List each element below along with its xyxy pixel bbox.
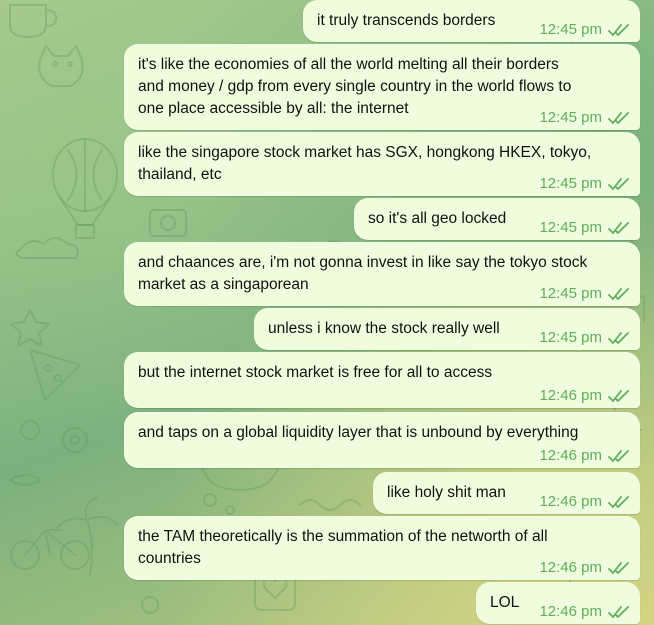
message-text: like the singapore stock market has SGX,… [138,142,591,186]
double-check-read-icon [608,112,629,124]
chat-area[interactable]: it truly transcends borders 12:45 pm it'… [0,0,654,625]
message-bubble[interactable]: and taps on a global liquidity layer tha… [124,412,640,468]
double-check-read-icon [608,24,629,36]
message-time: 12:45 pm [539,219,602,236]
message-bubble[interactable]: it's like the economies of all the world… [124,44,640,130]
message-meta: 12:46 pm [539,603,630,621]
message-line: countries [138,550,201,567]
double-check-read-icon [608,390,629,402]
message-meta: 12:46 pm [539,559,630,577]
message-meta: 12:45 pm [539,175,630,193]
message-meta: 12:45 pm [539,219,630,237]
message-time: 12:45 pm [539,21,602,38]
message-line: unless i know the stock really well [268,320,500,337]
message-time: 12:46 pm [539,559,602,576]
message-line: LOL [490,594,520,611]
double-check-read-icon [608,288,629,300]
message-bubble[interactable]: the TAM theoretically is the summation o… [124,516,640,580]
message-line: thailand, etc [138,166,222,183]
double-check-read-icon [608,450,629,462]
message-bubble[interactable]: unless i know the stock really well 12:4… [254,308,640,350]
message-text: unless i know the stock really well [268,318,500,340]
double-check-read-icon [608,496,629,508]
message-line: the TAM theoretically is the summation o… [138,528,548,545]
message-line: like holy shit man [387,484,506,501]
message-text: but the internet stock market is free fo… [138,362,492,384]
message-text: the TAM theoretically is the summation o… [138,526,548,570]
message-bubble[interactable]: so it's all geo locked 12:45 pm [354,198,640,240]
message-line: like the singapore stock market has SGX,… [138,144,592,161]
double-check-read-icon [608,222,629,234]
message-bubble[interactable]: LOL 12:46 pm [476,582,640,624]
message-line: market as a singaporean [138,276,309,293]
message-text: it truly transcends borders [317,10,495,32]
double-check-read-icon [608,178,629,190]
message-meta: 12:45 pm [539,329,630,347]
message-text: and taps on a global liquidity layer tha… [138,422,578,444]
message-time: 12:45 pm [539,329,602,346]
message-time: 12:46 pm [539,387,602,404]
message-meta: 12:45 pm [539,21,630,39]
message-bubble[interactable]: like holy shit man 12:46 pm [373,472,640,514]
message-time: 12:46 pm [539,447,602,464]
message-text: and chaances are, i'm not gonna invest i… [138,252,587,296]
message-meta: 12:45 pm [539,285,630,303]
message-time: 12:45 pm [539,285,602,302]
message-meta: 12:46 pm [539,387,630,405]
message-meta: 12:46 pm [539,493,630,511]
message-line: one place accessible by all: the interne… [138,100,409,117]
double-check-read-icon [608,332,629,344]
message-time: 12:45 pm [539,109,602,126]
message-line: so it's all geo locked [368,210,507,227]
message-bubble[interactable]: it truly transcends borders 12:45 pm [303,0,640,42]
message-text: LOL [490,592,519,614]
message-line: but the internet stock market is free fo… [138,364,493,381]
message-meta: 12:46 pm [539,447,630,465]
message-time: 12:46 pm [539,603,602,620]
message-line: and taps on a global liquidity layer tha… [138,424,579,441]
double-check-read-icon [608,562,629,574]
double-check-read-icon [608,606,629,618]
message-text: so it's all geo locked [368,208,506,230]
message-bubble[interactable]: but the internet stock market is free fo… [124,352,640,408]
message-time: 12:46 pm [539,493,602,510]
message-text: it's like the economies of all the world… [138,54,571,120]
message-line: and chaances are, i'm not gonna invest i… [138,254,588,271]
message-line: and money / gdp from every single countr… [138,78,572,95]
message-bubble[interactable]: and chaances are, i'm not gonna invest i… [124,242,640,306]
message-line: it truly transcends borders [317,12,496,29]
message-bubble[interactable]: like the singapore stock market has SGX,… [124,132,640,196]
message-time: 12:45 pm [539,175,602,192]
message-line: it's like the economies of all the world… [138,56,559,73]
message-text: like holy shit man [387,482,506,504]
message-meta: 12:45 pm [539,109,630,127]
